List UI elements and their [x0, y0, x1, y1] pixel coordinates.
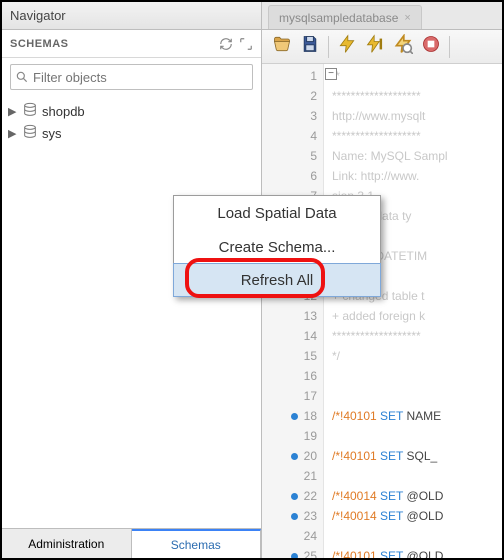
schema-item-shopdb[interactable]: ▶ shopdb [8, 100, 255, 122]
execute-step-icon[interactable] [365, 34, 385, 59]
code-area[interactable]: /********************http://www.mysqlt**… [324, 64, 502, 558]
expand-arrow-icon[interactable]: ▶ [8, 127, 18, 140]
breakpoint-dot[interactable] [291, 413, 298, 420]
schema-label: shopdb [42, 104, 85, 119]
expand-arrow-icon[interactable]: ▶ [8, 105, 18, 118]
execute-icon[interactable] [337, 34, 357, 59]
filter-field[interactable] [10, 64, 253, 90]
schema-label: sys [42, 126, 62, 141]
breakpoint-dot[interactable] [291, 453, 298, 460]
sql-editor[interactable]: − 12345678910111213141516171819202122232… [262, 64, 502, 558]
close-tab-icon[interactable]: × [404, 12, 410, 24]
expand-icon[interactable] [239, 37, 253, 51]
explain-icon[interactable] [393, 34, 413, 59]
breakpoint-dot[interactable] [291, 553, 298, 559]
schemas-heading: SCHEMAS [10, 38, 69, 50]
toolbar-divider [449, 36, 450, 58]
tab-schemas[interactable]: Schemas [132, 529, 262, 558]
context-menu: Load Spatial Data Create Schema... Refre… [173, 195, 381, 297]
save-icon[interactable] [300, 34, 320, 59]
open-file-icon[interactable] [272, 34, 292, 59]
schema-item-sys[interactable]: ▶ sys [8, 122, 255, 144]
ctx-refresh-all[interactable]: Refresh All [173, 263, 381, 297]
filter-input[interactable] [33, 70, 252, 85]
breakpoint-dot[interactable] [291, 513, 298, 520]
editor-tab[interactable]: mysqlsampledatabase × [268, 5, 422, 29]
ctx-load-spatial[interactable]: Load Spatial Data [174, 196, 380, 230]
navigator-title: Navigator [2, 2, 261, 30]
editor-tab-label: mysqlsampledatabase [279, 11, 398, 25]
toolbar-divider [328, 36, 329, 58]
tab-administration[interactable]: Administration [2, 529, 132, 558]
database-icon [22, 124, 38, 143]
search-icon [11, 70, 33, 84]
editor-toolbar [262, 30, 502, 64]
sync-icon[interactable] [219, 37, 233, 51]
ctx-create-schema[interactable]: Create Schema... [174, 230, 380, 264]
fold-toggle[interactable]: − [325, 68, 337, 80]
line-gutter: 1234567891011121314151617181920212223242… [262, 64, 324, 558]
database-icon [22, 102, 38, 121]
schema-tree[interactable]: ▶ shopdb ▶ sys [2, 96, 261, 528]
stop-icon[interactable] [421, 34, 441, 59]
breakpoint-dot[interactable] [291, 493, 298, 500]
